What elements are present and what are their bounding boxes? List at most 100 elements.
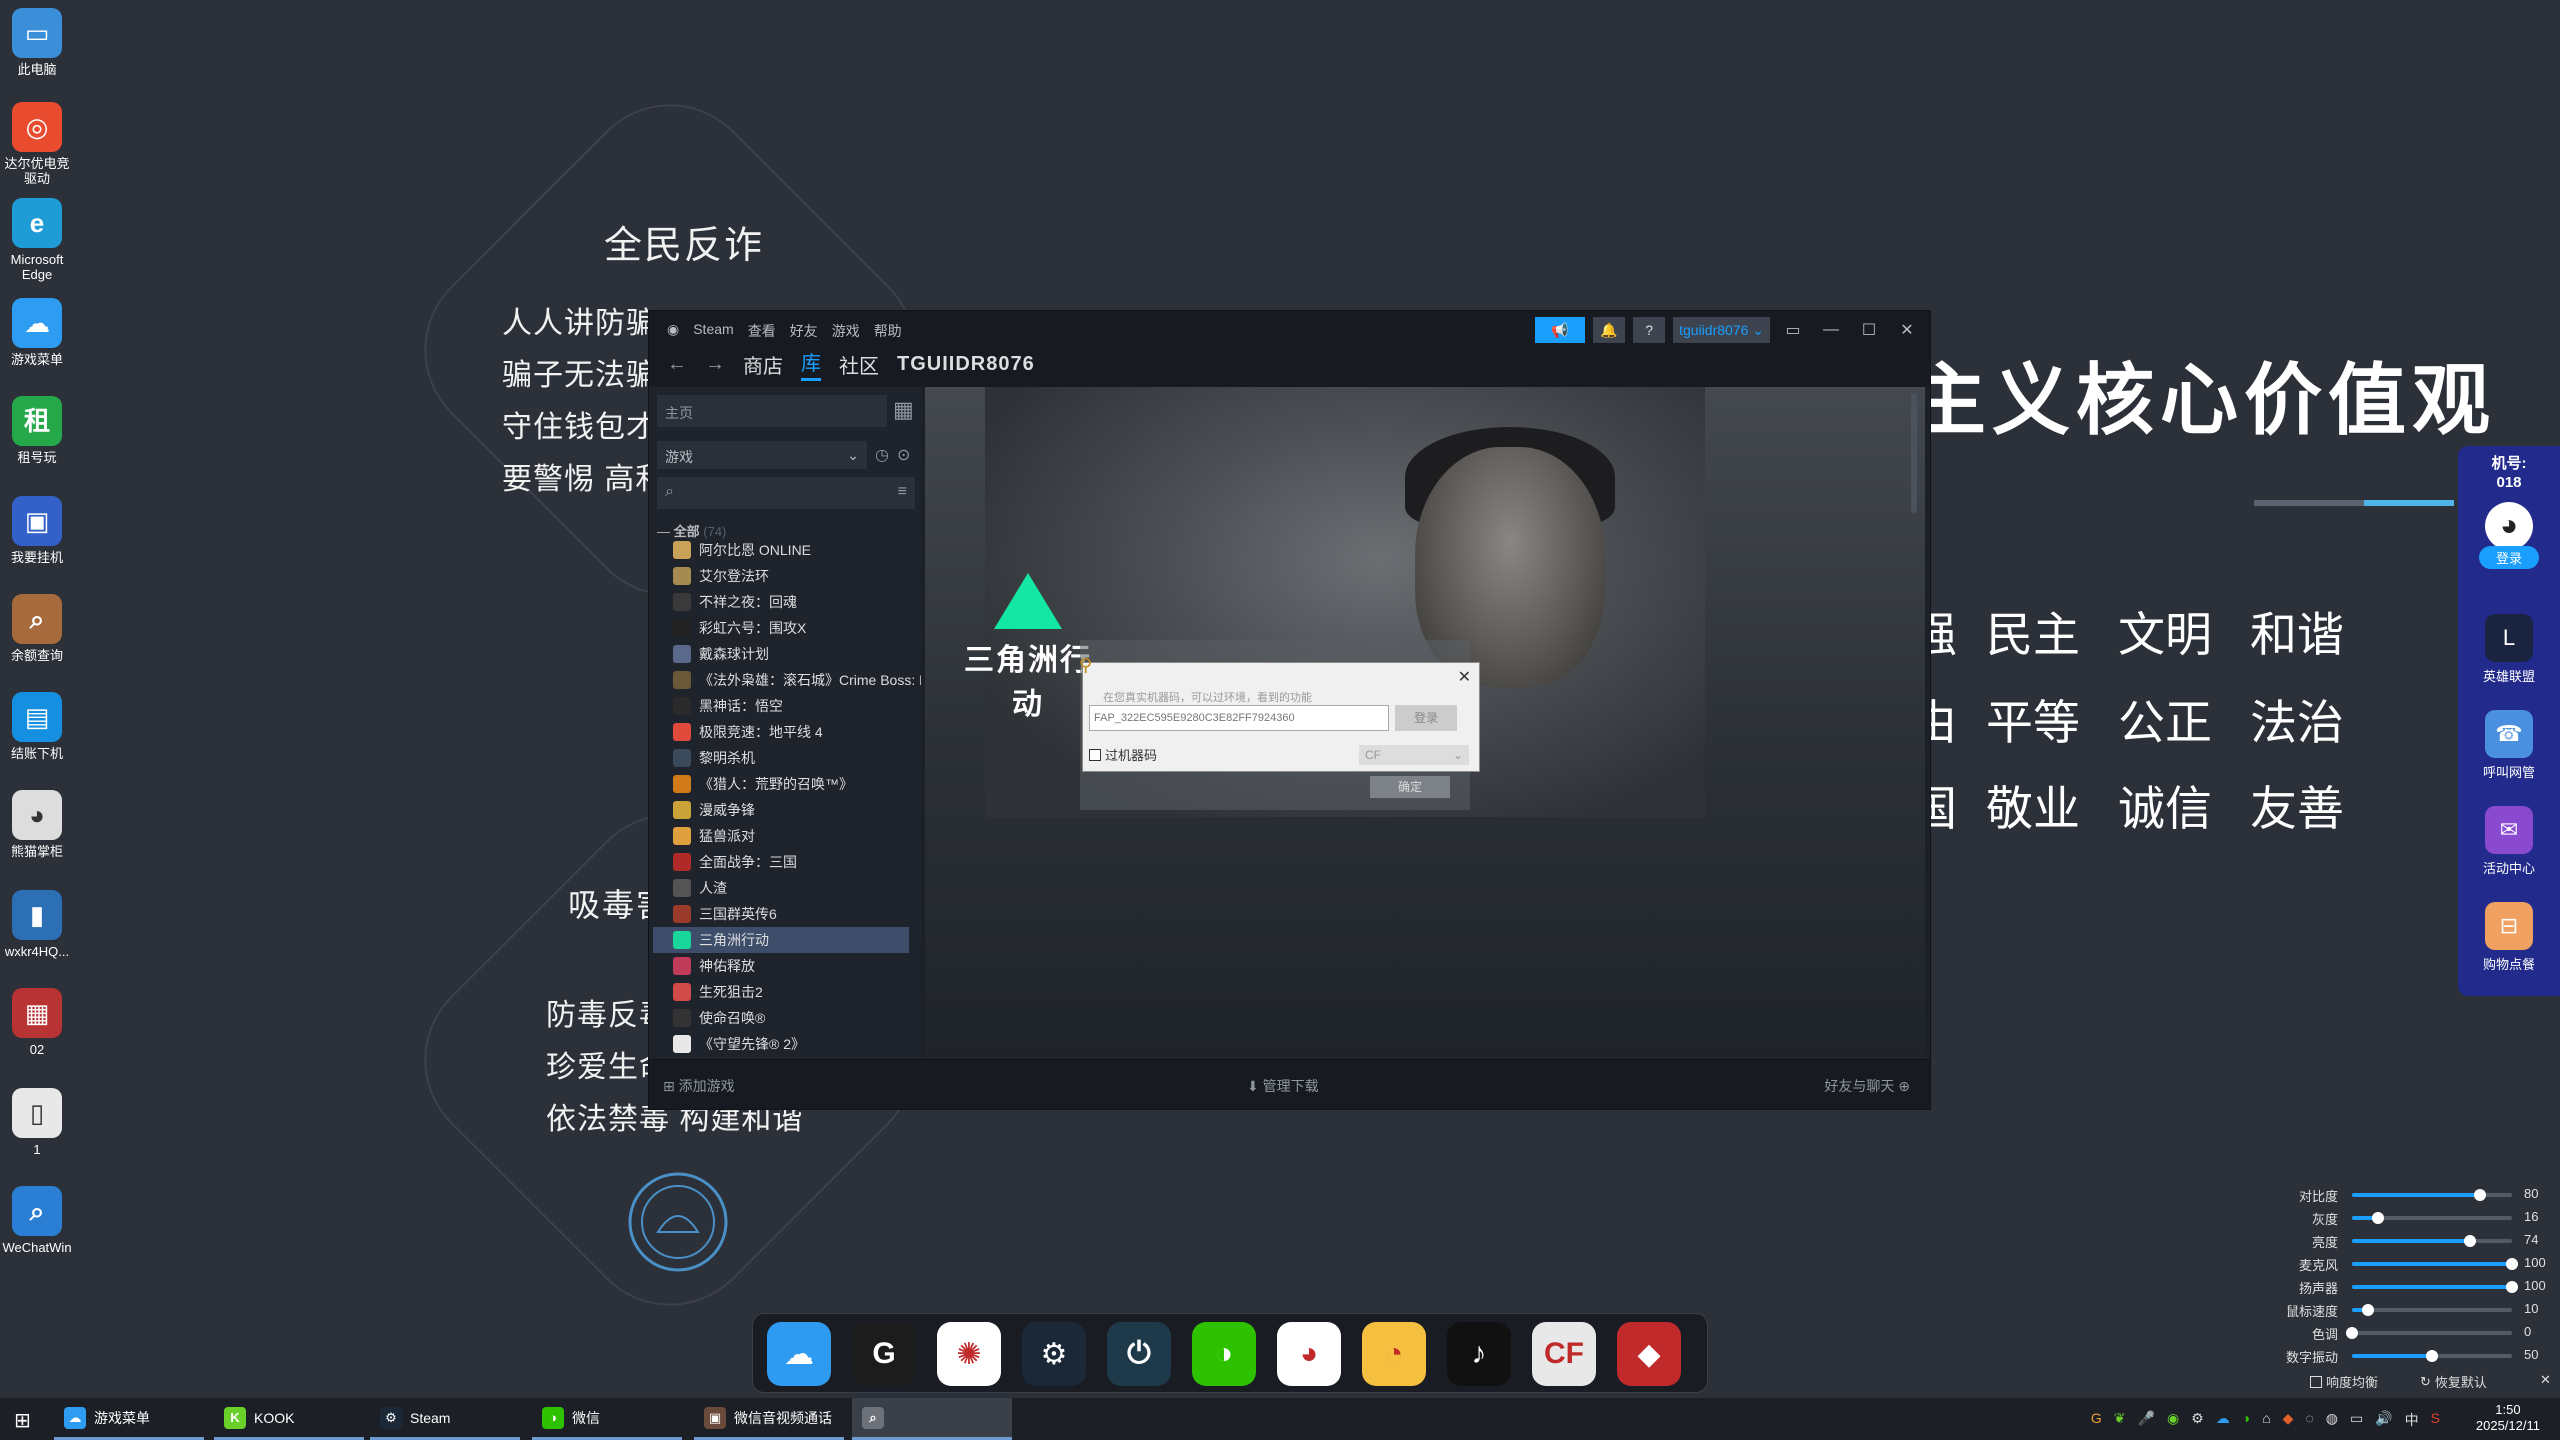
side-panel-item[interactable]: ✉ 活动中心 (2458, 806, 2560, 877)
game-list-item[interactable]: 黎明杀机 (649, 745, 921, 771)
library-search-input[interactable]: ⌕ ≡ (657, 477, 915, 509)
red-game-dock-icon[interactable]: ◆ (1617, 1322, 1681, 1386)
slider-track[interactable] (2352, 1189, 2512, 1201)
cat-app-dock-icon[interactable]: ◔ (1362, 1322, 1426, 1386)
wechat-tray-icon[interactable]: ◑ (2242, 1410, 2250, 1430)
slider-track[interactable] (2352, 1212, 2512, 1224)
close-icon[interactable]: ✕ (2540, 1372, 2551, 1388)
slider-knob[interactable] (2506, 1258, 2518, 1270)
steam-dock-icon[interactable]: ⚙ (1022, 1322, 1086, 1386)
chat-tray-icon[interactable]: ◌ (2305, 1410, 2313, 1430)
minimize-icon[interactable]: — (1816, 317, 1846, 343)
slider-knob[interactable] (2426, 1350, 2438, 1362)
pinwheel-dock-icon[interactable]: ✺ (937, 1322, 1001, 1386)
big-picture-icon[interactable]: ▭ (1778, 317, 1808, 343)
network-tray-icon[interactable]: ⌂ (2262, 1410, 2270, 1430)
slider-knob[interactable] (2371, 1212, 2384, 1224)
game-list-item[interactable]: 人渣 (649, 875, 921, 901)
g-tray-icon[interactable]: G (2091, 1410, 2102, 1430)
slider-knob[interactable] (2474, 1189, 2486, 1201)
taskbar-app-button[interactable]: ⌕ (852, 1398, 1012, 1440)
slider-track[interactable] (2352, 1350, 2512, 1362)
game-list-item[interactable]: 《守望先锋® 2》 (649, 1031, 921, 1057)
tab-library[interactable]: 库 (801, 347, 821, 381)
game-list-item[interactable]: 《猎人：荒野的召唤™》 (649, 771, 921, 797)
machine-code-field[interactable]: FAP_322EC595E9280C3E82FF7924360 (1089, 705, 1389, 731)
desktop-icon[interactable]: ▭ 此电脑 (2, 8, 72, 77)
desktop-icon[interactable]: 租租号玩 (2, 396, 72, 465)
side-panel-item[interactable]: ☎ 呼叫网管 (2458, 710, 2560, 781)
power-app-dock-icon[interactable]: ⏻ (1107, 1322, 1171, 1386)
desktop-icon[interactable]: ▮ wxkr4HQ... (2, 890, 72, 959)
scrollbar[interactable] (1911, 393, 1917, 513)
close-icon[interactable]: ✕ (1458, 667, 1471, 687)
game-list-item[interactable]: 使命召唤® (649, 1005, 921, 1031)
back-arrow-icon[interactable]: ← (667, 353, 687, 376)
manage-downloads-button[interactable]: ⬇ 管理下载 (1247, 1076, 1319, 1096)
slider-track[interactable] (2352, 1281, 2518, 1293)
ime-indicator[interactable]: 中 (2405, 1410, 2419, 1430)
game-list-item[interactable]: 彩虹六号：围攻X (649, 615, 921, 641)
game-list-item[interactable]: 三国群英传6 (649, 901, 921, 927)
antivirus-tray-icon[interactable]: ◆ (2283, 1410, 2294, 1430)
steam-tray-icon[interactable]: ⚙ (2191, 1410, 2204, 1430)
ok-button[interactable]: 确定 (1370, 776, 1450, 798)
display-tray-icon[interactable]: ▭ (2350, 1410, 2363, 1430)
game-list-item[interactable]: 艾尔登法环 (649, 563, 921, 589)
desktop-icon[interactable]: e Microsoft Edge (2, 198, 72, 282)
wechat-dock-icon[interactable]: ◑ (1192, 1322, 1256, 1386)
game-list-item[interactable]: 戴森球计划 (649, 641, 921, 667)
cloud-dock-icon[interactable]: ☁ (767, 1322, 831, 1386)
game-list-item[interactable]: 三角洲行动 (653, 927, 909, 953)
tab-user-profile[interactable]: TGUIIDR8076 (897, 353, 1035, 376)
menu-item-help[interactable]: 帮助 (874, 321, 902, 341)
desktop-icon[interactable]: ◕ 熊猫掌柜 (2, 790, 72, 859)
menu-item-steam[interactable]: Steam (693, 321, 733, 341)
game-list-item[interactable]: 黑神话：悟空 (649, 693, 921, 719)
crossfire-dock-icon[interactable]: CF (1532, 1322, 1596, 1386)
game-list-item[interactable]: 阿尔比恩 ONLINE (649, 537, 921, 563)
login-panel-button[interactable]: ◕ 登录 (2458, 502, 2560, 569)
recent-clock-icon[interactable]: ◷ (875, 445, 889, 465)
tab-store[interactable]: 商店 (743, 350, 783, 379)
account-menu[interactable]: tguiidr8076 ⌄ (1673, 317, 1770, 343)
desktop-icon[interactable]: ▯ 1 (2, 1088, 72, 1157)
grid-view-icon[interactable]: ▦ (893, 397, 917, 425)
taskbar-app-button[interactable]: ⚙ Steam (370, 1398, 520, 1440)
taskbar-app-button[interactable]: ☁ 游戏菜单 (54, 1398, 204, 1440)
category-select[interactable]: 游戏 ⌄ (657, 441, 867, 469)
game-list-item[interactable]: 生死狙击2 (649, 979, 921, 1005)
slider-track[interactable] (2346, 1327, 2512, 1339)
slider-knob[interactable] (2506, 1281, 2518, 1293)
volume-tray-icon[interactable]: 🔊 (2375, 1410, 2392, 1430)
broadcast-button[interactable]: 📢 (1535, 317, 1586, 343)
slider-knob[interactable] (2362, 1304, 2374, 1316)
bypass-machine-code-checkbox[interactable]: 过机器码 (1089, 745, 1157, 764)
desktop-icon[interactable]: ☁ 游戏菜单 (2, 298, 72, 367)
game-list-item[interactable]: 漫威争锋 (649, 797, 921, 823)
game-list-item[interactable]: 极限竞速：地平线 4 (649, 719, 921, 745)
desktop-icon[interactable]: ⌕ WeChatWin (2, 1186, 72, 1255)
tab-community[interactable]: 社区 (839, 350, 879, 379)
help-button[interactable]: ? (1633, 317, 1666, 343)
taskbar-app-button[interactable]: K KOOK (214, 1398, 364, 1440)
sogou-tray-icon[interactable]: S (2431, 1410, 2440, 1430)
slider-knob[interactable] (2464, 1235, 2477, 1247)
slider-knob[interactable] (2346, 1327, 2358, 1339)
filter-icon[interactable]: ≡ (898, 483, 907, 501)
cloud-tray-icon[interactable]: ☁ (2216, 1410, 2230, 1430)
friends-chat-button[interactable]: 好友与聊天 ⊕ (1824, 1076, 1910, 1096)
game-list-item[interactable]: 猛兽派对 (649, 823, 921, 849)
side-panel-item[interactable]: ⊟ 购物点餐 (2458, 902, 2560, 973)
game-list-item[interactable]: 不祥之夜：回魂 (649, 589, 921, 615)
menu-item-view[interactable]: 查看 (748, 321, 776, 341)
clock[interactable]: 1:50 2025/12/11 (2476, 1402, 2540, 1434)
desktop-icon[interactable]: ⌕ 余额查询 (2, 594, 72, 663)
taskbar-app-button[interactable]: ◑ 微信 (532, 1398, 682, 1440)
menu-item-games[interactable]: 游戏 (832, 321, 860, 341)
desktop-icon[interactable]: ◎ 达尔优电竞驱动 (2, 102, 72, 186)
desktop-icon[interactable]: ▤ 结账下机 (2, 692, 72, 761)
windows-start-icon[interactable]: ⊞ (14, 1408, 31, 1433)
tiktok-dock-icon[interactable]: ♪ (1447, 1322, 1511, 1386)
game-list-item[interactable]: 全面战争：三国 (649, 849, 921, 875)
